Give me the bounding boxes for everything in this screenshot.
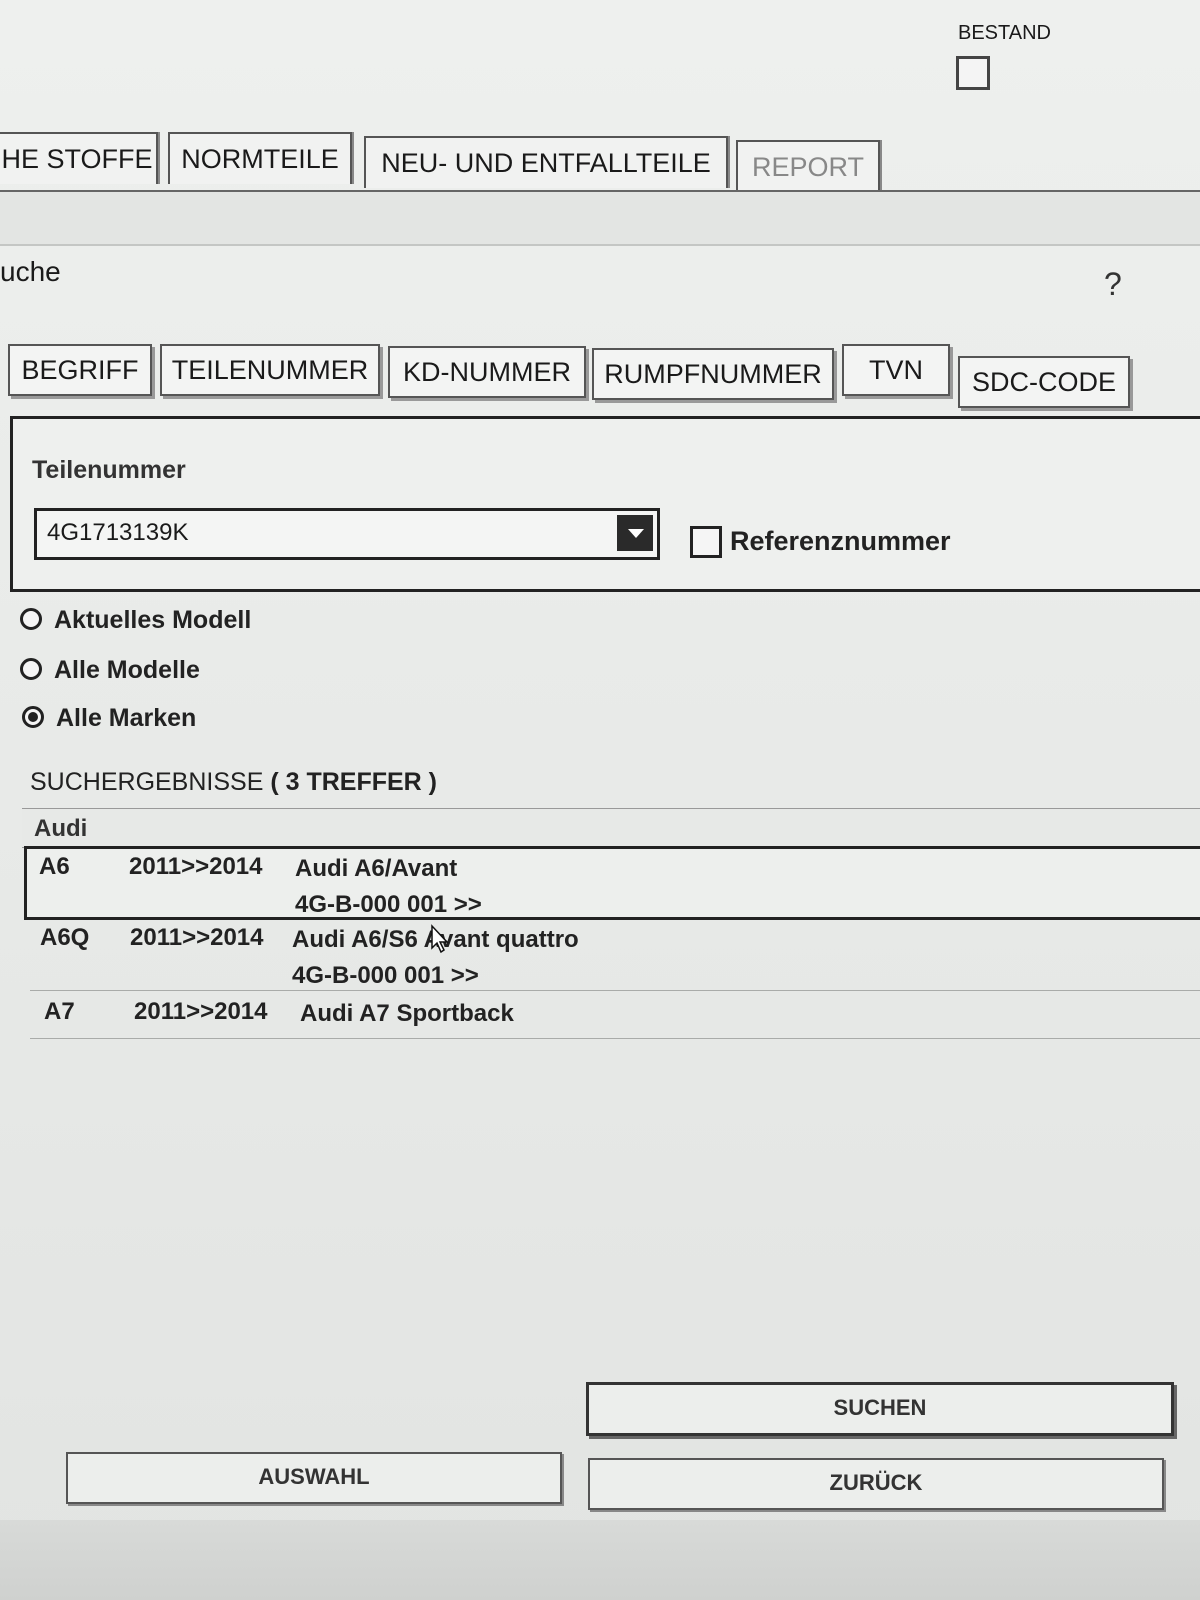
monitor-bezel — [0, 1520, 1200, 1600]
bestand-checkbox[interactable] — [956, 56, 990, 90]
table-row[interactable]: A6 2011>>2014 Audi A6/Avant 4G-B-000 001… — [24, 846, 1200, 920]
tab-stoffe[interactable]: HE STOFFE — [0, 132, 158, 184]
row-divider — [30, 990, 1200, 991]
cell-years: 2011>>2014 — [129, 853, 263, 880]
auswahl-button[interactable]: AUSWAHL — [66, 1452, 562, 1504]
toolbar-strip — [0, 192, 1200, 246]
table-row[interactable]: A6Q 2011>>2014 Audi A6/S6 Avant quattro … — [24, 922, 1200, 990]
result-group-header: Audi — [22, 808, 1200, 848]
results-count: ( 3 TREFFER ) — [270, 768, 438, 796]
tab-sdc-code[interactable]: SDC-CODE — [958, 356, 1130, 408]
page-title: uche — [0, 256, 61, 287]
cell-years: 2011>>2014 — [134, 998, 268, 1025]
teilenummer-label: Teilenummer — [32, 456, 186, 484]
chevron-down-icon[interactable] — [617, 515, 653, 551]
tab-teilenummer[interactable]: TEILENUMMER — [160, 344, 380, 396]
radio-aktuelles-modell[interactable]: Aktuelles Modell — [20, 606, 251, 635]
tab-normteile[interactable]: NORMTEILE — [168, 132, 352, 184]
zurueck-button[interactable]: ZURÜCK — [588, 1458, 1164, 1510]
cell-description: Audi A6/Avant — [295, 855, 458, 882]
radio-selected-icon — [22, 706, 44, 729]
teilenummer-combobox[interactable]: 4G1713139K — [34, 508, 660, 560]
table-row[interactable]: A7 2011>>2014 Audi A7 Sportback — [24, 996, 1200, 1036]
row-divider — [30, 1038, 1200, 1039]
radio-alle-marken[interactable]: Alle Marken — [22, 704, 196, 733]
results-heading: SUCHERGEBNISSE ( 3 TREFFER ) — [30, 768, 437, 797]
search-panel — [10, 416, 1200, 592]
referenznummer-checkbox[interactable] — [690, 526, 722, 558]
cell-chassis-range: 4G-B-000 001 >> — [295, 891, 482, 918]
tab-rumpfnummer[interactable]: RUMPFNUMMER — [592, 348, 834, 400]
cell-description: Audi A7 Sportback — [300, 1000, 514, 1027]
radio-label: Alle Modelle — [54, 656, 200, 684]
suchen-button[interactable]: SUCHEN — [586, 1382, 1174, 1436]
application-window: BESTAND HE STOFFE NORMTEILE NEU- UND ENT… — [0, 0, 1200, 1600]
bestand-label: BESTAND — [958, 22, 1051, 44]
radio-alle-modelle[interactable]: Alle Modelle — [20, 656, 200, 685]
tab-tvn[interactable]: TVN — [842, 344, 950, 396]
cell-model: A6 — [39, 853, 70, 880]
tab-neu-und-entfallteile[interactable]: NEU- UND ENTFALLTEILE — [364, 136, 728, 188]
results-title: SUCHERGEBNISSE — [30, 768, 264, 796]
cell-chassis-range: 4G-B-000 001 >> — [292, 962, 479, 989]
radio-icon — [20, 658, 42, 681]
referenznummer-label: Referenznummer — [730, 526, 951, 556]
group-name: Audi — [34, 815, 88, 842]
tab-report[interactable]: REPORT — [736, 140, 880, 192]
radio-label: Aktuelles Modell — [54, 606, 252, 634]
tab-kd-nummer[interactable]: KD-NUMMER — [388, 346, 586, 398]
radio-label: Alle Marken — [56, 704, 197, 732]
help-icon[interactable]: ? — [1104, 266, 1122, 303]
radio-icon — [20, 608, 42, 631]
tab-begriff[interactable]: BEGRIFF — [8, 344, 152, 396]
cell-model: A7 — [44, 998, 75, 1025]
cell-model: A6Q — [40, 924, 90, 951]
teilenummer-value: 4G1713139K — [47, 519, 189, 546]
mouse-cursor-icon — [431, 924, 449, 954]
cell-years: 2011>>2014 — [130, 924, 264, 951]
